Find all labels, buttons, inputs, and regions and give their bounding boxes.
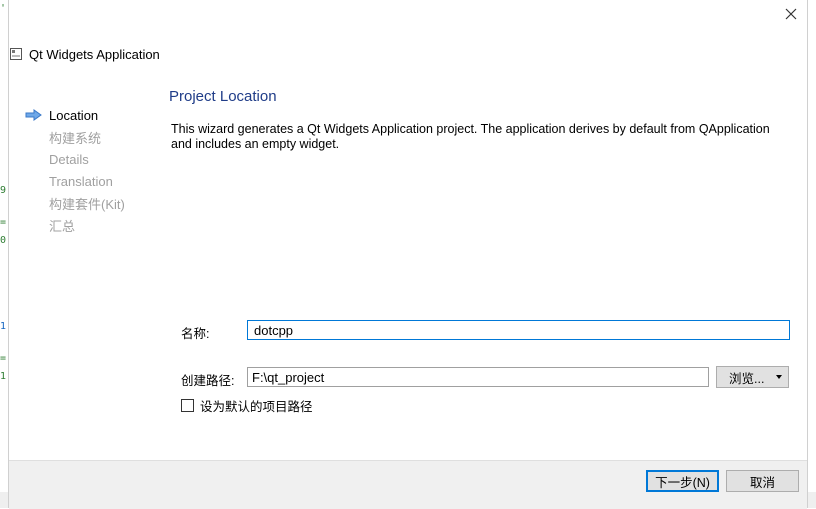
next-button[interactable]: 下一步(N)	[646, 470, 719, 492]
default-path-checkbox[interactable]	[181, 399, 194, 412]
arrow-right-icon	[25, 109, 42, 121]
next-label: 下一步(N)	[655, 475, 710, 490]
step-kits: 构建套件(Kit)	[25, 192, 165, 214]
background-code-mark: '	[0, 3, 7, 14]
default-path-option[interactable]: 设为默认的项目路径	[181, 396, 313, 415]
project-path-input[interactable]	[247, 367, 709, 387]
wizard-steps: Location 构建系统 Details Translation 构建套件(K…	[25, 104, 165, 236]
wizard-title-bar: Qt Widgets Application	[9, 44, 160, 64]
background-code-mark: 0	[0, 235, 7, 246]
default-path-label: 设为默认的项目路径	[200, 400, 313, 414]
wizard-title: Qt Widgets Application	[29, 46, 160, 62]
chevron-down-icon	[776, 375, 782, 379]
window-icon	[10, 48, 22, 60]
browse-button[interactable]: 浏览...	[716, 366, 789, 388]
background-code-mark: 1	[0, 321, 7, 332]
step-label: 构建系统	[49, 130, 102, 146]
background-code-mark: 1	[0, 371, 7, 382]
browse-label: 浏览...	[729, 371, 765, 386]
step-label: 汇总	[49, 218, 76, 234]
step-build-system: 构建系统	[25, 126, 165, 148]
background-code-mark: =	[0, 353, 7, 364]
wizard-footer: 下一步(N) 取消	[9, 460, 807, 509]
cancel-button[interactable]: 取消	[726, 470, 799, 492]
background-code-mark: =	[0, 217, 7, 228]
cancel-label: 取消	[749, 475, 775, 490]
step-summary: 汇总	[25, 214, 165, 236]
step-details: Details	[25, 148, 165, 170]
new-project-wizard-dialog: Qt Widgets Application Location 构建系统 Det…	[8, 0, 808, 509]
step-label: 构建套件(Kit)	[49, 196, 125, 212]
step-label: Details	[49, 151, 89, 167]
step-location: Location	[25, 104, 165, 126]
step-label: Location	[49, 107, 99, 123]
close-button[interactable]	[783, 6, 799, 22]
background-code-mark: 9	[0, 185, 7, 196]
page-title: Project Location	[169, 88, 277, 105]
name-label: 名称:	[181, 327, 210, 341]
background-ide-edge: ' 9 = 0 1 = 1	[0, 0, 8, 508]
close-icon	[785, 8, 797, 20]
step-label: Translation	[49, 173, 113, 189]
path-label: 创建路径:	[181, 374, 235, 388]
step-translation: Translation	[25, 170, 165, 192]
project-name-input[interactable]	[247, 320, 790, 340]
page-description: This wizard generates a Qt Widgets Appli…	[171, 122, 770, 151]
